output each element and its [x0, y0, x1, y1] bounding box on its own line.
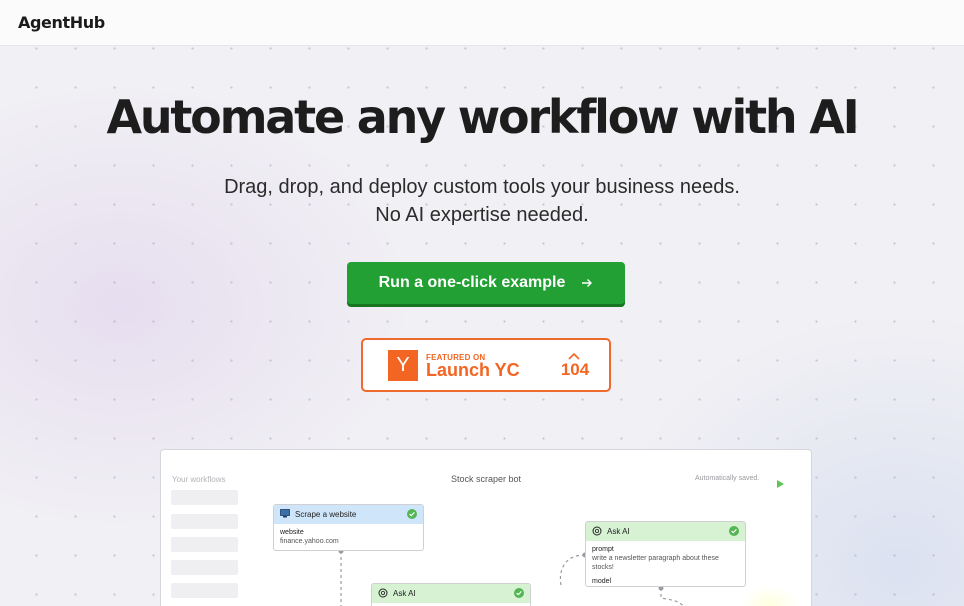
- run-example-label: Run a one-click example: [378, 274, 566, 291]
- prompt-field[interactable]: write a newsletter paragraph about these…: [592, 554, 739, 572]
- arrow-right-icon: [581, 275, 593, 292]
- scrape-website-node[interactable]: Scrape a website website finance.yahoo.c…: [273, 504, 424, 551]
- run-example-button[interactable]: Run a one-click example: [347, 262, 625, 304]
- field-label: model: [592, 578, 612, 585]
- openai-icon: [592, 526, 602, 538]
- node-title: Ask AI: [393, 589, 416, 598]
- openai-icon: [378, 588, 388, 600]
- yc-launch-label: Launch YC: [426, 360, 520, 380]
- hero-headline: Automate any workflow with AI: [106, 90, 859, 144]
- yc-logo-icon: Y: [388, 350, 418, 381]
- upvote-caret-icon[interactable]: [567, 346, 581, 360]
- launch-yc-badge[interactable]: Y FEATURED ON Launch YC 104: [361, 338, 611, 392]
- ask-ai-node-2[interactable]: Ask AI: [371, 583, 531, 606]
- app-preview: Your workflows Stock scraper bot Automat…: [160, 449, 812, 606]
- website-field[interactable]: finance.yahoo.com: [280, 537, 417, 546]
- check-circle-icon: [514, 587, 524, 600]
- check-circle-icon: [729, 525, 739, 538]
- hero-subline: Drag, drop, and deploy custom tools your…: [224, 176, 740, 198]
- brand-logo[interactable]: AgentHub: [18, 13, 105, 32]
- node-title: Scrape a website: [295, 510, 357, 519]
- monitor-icon: [280, 509, 290, 520]
- node-title: Ask AI: [607, 527, 630, 536]
- decorative-glow: [740, 585, 800, 606]
- model-select[interactable]: gpt-4: [592, 586, 739, 587]
- field-label: website: [280, 529, 304, 536]
- field-label: prompt: [592, 546, 614, 553]
- check-circle-icon: [407, 508, 417, 521]
- top-nav: AgentHub: [0, 0, 964, 46]
- ask-ai-node[interactable]: Ask AI prompt write a newsletter paragra…: [585, 521, 746, 587]
- hero-subline-2: No AI expertise needed.: [375, 204, 589, 226]
- upvote-count: 104: [560, 360, 590, 379]
